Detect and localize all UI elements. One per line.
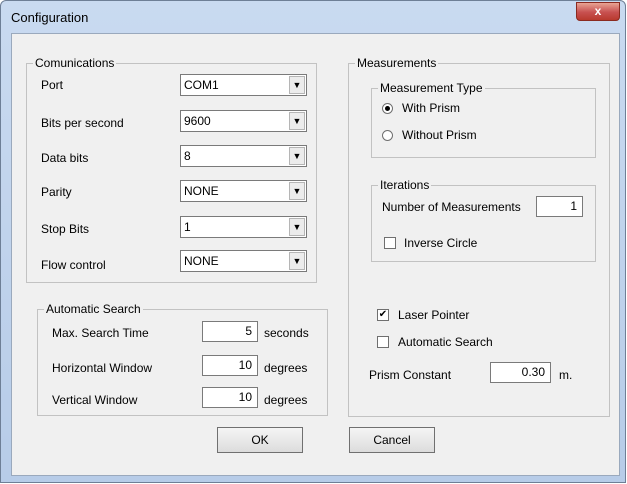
flow-control-select[interactable]: NONE ▼: [180, 250, 307, 272]
port-label: Port: [41, 78, 64, 92]
check-icon: ✔: [378, 309, 388, 320]
vertical-window-unit: degrees: [264, 393, 308, 407]
communications-group: Comunications Port COM1 ▼ Bits per secon…: [26, 56, 317, 283]
chevron-down-icon[interactable]: ▼: [289, 252, 305, 270]
close-icon: x: [594, 4, 602, 18]
number-of-measurements-input[interactable]: 1: [536, 196, 583, 217]
horizontal-window-unit: degrees: [264, 361, 308, 375]
max-search-time-input[interactable]: 5: [202, 321, 258, 342]
port-select[interactable]: COM1 ▼: [180, 74, 307, 96]
measurements-group: Measurements Measurement Type With Prism…: [348, 56, 610, 417]
bits-per-second-select[interactable]: 9600 ▼: [180, 110, 307, 132]
flow-control-value: NONE: [184, 254, 219, 268]
window-title: Configuration: [11, 10, 89, 25]
chevron-down-icon[interactable]: ▼: [289, 76, 305, 94]
vertical-window-label: Vertical Window: [52, 393, 138, 407]
automatic-search-legend: Automatic Search: [44, 302, 143, 316]
chevron-down-icon[interactable]: ▼: [289, 182, 305, 200]
with-prism-label[interactable]: With Prism: [402, 101, 460, 115]
chevron-down-icon[interactable]: ▼: [289, 218, 305, 236]
measurement-type-group: Measurement Type With Prism Without Pris…: [371, 81, 596, 158]
parity-value: NONE: [184, 184, 219, 198]
data-bits-value: 8: [184, 149, 191, 163]
vertical-window-input[interactable]: 10: [202, 387, 258, 408]
parity-label: Parity: [41, 185, 72, 199]
close-button[interactable]: x: [576, 2, 620, 21]
iterations-legend: Iterations: [378, 178, 432, 192]
measurements-legend: Measurements: [355, 56, 439, 70]
data-bits-label: Data bits: [41, 151, 89, 165]
stop-bits-select[interactable]: 1 ▼: [180, 216, 307, 238]
inverse-circle-label[interactable]: Inverse Circle: [404, 236, 477, 250]
data-bits-select[interactable]: 8 ▼: [180, 145, 307, 167]
number-of-measurements-label: Number of Measurements: [382, 200, 521, 214]
without-prism-radio[interactable]: [382, 130, 393, 141]
inverse-circle-checkbox[interactable]: [384, 237, 396, 249]
measurement-type-legend: Measurement Type: [378, 81, 485, 95]
iterations-group: Iterations Number of Measurements 1 Inve…: [371, 178, 596, 262]
stop-bits-label: Stop Bits: [41, 222, 90, 236]
cancel-button[interactable]: Cancel: [349, 427, 435, 453]
prism-constant-unit: m.: [559, 368, 573, 382]
max-search-time-unit: seconds: [264, 326, 309, 340]
communications-legend: Comunications: [33, 56, 117, 70]
max-search-time-label: Max. Search Time: [52, 326, 149, 340]
laser-pointer-label[interactable]: Laser Pointer: [398, 308, 469, 322]
horizontal-window-label: Horizontal Window: [52, 361, 153, 375]
bits-per-second-value: 9600: [184, 114, 211, 128]
without-prism-label[interactable]: Without Prism: [402, 128, 477, 142]
automatic-search-group: Automatic Search Max. Search Time 5 seco…: [37, 302, 328, 416]
ok-button[interactable]: OK: [217, 427, 303, 453]
title-bar[interactable]: Configuration x: [1, 1, 625, 33]
dialog-client-area: Comunications Port COM1 ▼ Bits per secon…: [11, 33, 620, 476]
laser-pointer-checkbox[interactable]: ✔: [377, 309, 389, 321]
prism-constant-label: Prism Constant: [369, 368, 452, 382]
radio-selected-dot: [385, 106, 390, 111]
stop-bits-value: 1: [184, 220, 191, 234]
port-value: COM1: [184, 78, 219, 92]
with-prism-radio[interactable]: [382, 103, 393, 114]
flow-control-label: Flow control: [41, 258, 106, 272]
horizontal-window-input[interactable]: 10: [202, 355, 258, 376]
prism-constant-input[interactable]: 0.30: [490, 362, 551, 383]
automatic-search-label[interactable]: Automatic Search: [398, 335, 493, 349]
parity-select[interactable]: NONE ▼: [180, 180, 307, 202]
configuration-dialog: Configuration x Comunications Port COM1 …: [0, 0, 626, 483]
bits-per-second-label: Bits per second: [41, 116, 124, 130]
chevron-down-icon[interactable]: ▼: [289, 112, 305, 130]
chevron-down-icon[interactable]: ▼: [289, 147, 305, 165]
automatic-search-checkbox[interactable]: [377, 336, 389, 348]
